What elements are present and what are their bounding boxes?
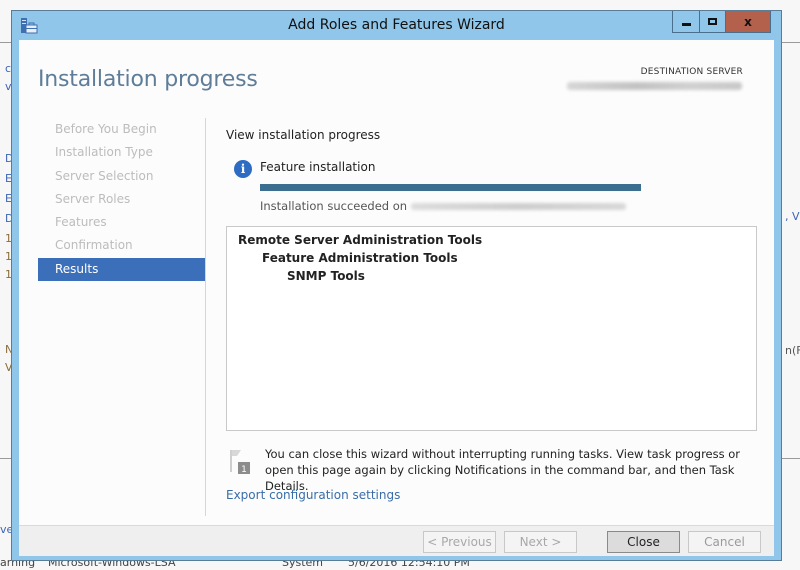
- result-item: Remote Server Administration Tools: [238, 233, 483, 247]
- result-item: SNMP Tools: [287, 269, 365, 283]
- background-text: , V: [785, 210, 800, 223]
- export-configuration-link[interactable]: Export configuration settings: [226, 488, 400, 502]
- progress-fill: [260, 184, 641, 191]
- next-button[interactable]: Next >: [504, 531, 577, 553]
- background-divider-top-right: [782, 42, 800, 43]
- nav-item-results[interactable]: Results: [38, 257, 205, 282]
- results-list[interactable]: Remote Server Administration Tools Featu…: [226, 226, 757, 431]
- notification-badge: 1: [241, 465, 247, 474]
- close-window-button[interactable]: x: [725, 11, 770, 32]
- section-heading: View installation progress: [226, 128, 381, 142]
- nav-item-features: Features: [55, 215, 107, 230]
- caption-buttons: x: [672, 11, 771, 33]
- nav-divider: [205, 118, 206, 516]
- background-divider-mid-right: [782, 458, 800, 459]
- installation-status-host: [411, 203, 627, 210]
- destination-server-value: [567, 82, 742, 90]
- maximize-icon: [708, 18, 717, 25]
- installation-status: Installation succeeded on: [260, 199, 627, 213]
- maximize-button[interactable]: [699, 11, 725, 32]
- destination-server-label: DESTINATION SERVER: [640, 67, 743, 77]
- close-wizard-note: You can close this wizard without interr…: [265, 447, 741, 493]
- nav-item-server-selection: Server Selection: [55, 168, 154, 183]
- page-title: Installation progress: [38, 67, 258, 92]
- cancel-button[interactable]: Cancel: [688, 531, 761, 553]
- nav-item-before-you-begin: Before You Begin: [55, 122, 157, 136]
- wizard-window: Add Roles and Features Wizard x Installa…: [11, 10, 782, 561]
- result-item: Feature Administration Tools: [262, 251, 458, 265]
- notification-flag-icon: 1: [230, 450, 250, 474]
- background-text: n(F: [785, 344, 800, 357]
- nav-item-confirmation: Confirmation: [55, 238, 133, 253]
- close-icon: x: [744, 14, 752, 29]
- installation-progress-bar: [260, 184, 641, 191]
- info-icon: i: [234, 160, 252, 178]
- nav-item-installation-type: Installation Type: [55, 145, 153, 160]
- minimize-button[interactable]: [673, 11, 699, 32]
- title-bar[interactable]: Add Roles and Features Wizard x: [12, 11, 781, 40]
- wizard-nav: Before You Begin Installation Type Serve…: [38, 118, 205, 282]
- wizard-client-area: Installation progress DESTINATION SERVER…: [19, 40, 774, 556]
- close-button[interactable]: Close: [607, 531, 680, 553]
- previous-button[interactable]: < Previous: [423, 531, 496, 553]
- minimize-icon: [681, 23, 691, 26]
- window-title: Add Roles and Features Wizard: [288, 17, 505, 33]
- nav-item-server-roles: Server Roles: [55, 191, 131, 206]
- feature-installation-label: Feature installation: [260, 160, 376, 174]
- installation-status-text: Installation succeeded on: [260, 199, 408, 213]
